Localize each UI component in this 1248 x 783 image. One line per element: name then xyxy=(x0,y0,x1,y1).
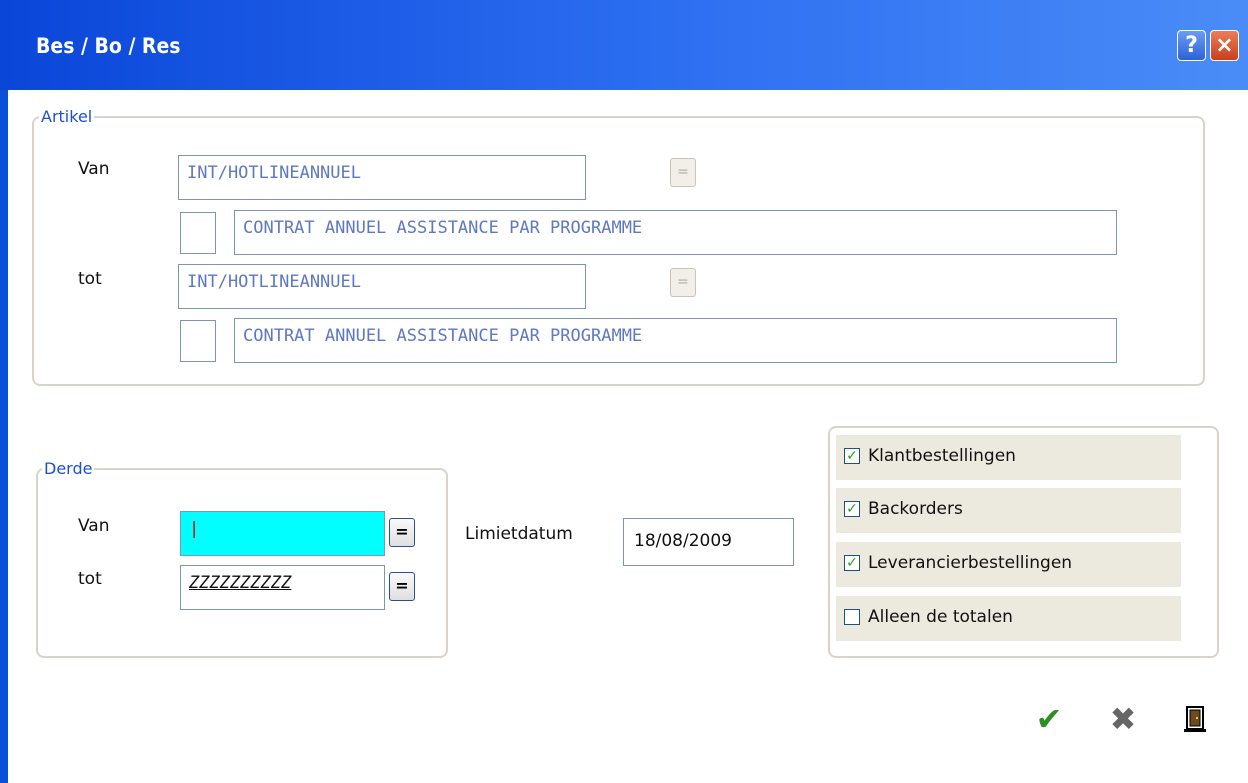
help-button[interactable]: ? xyxy=(1177,30,1206,61)
artikel-tot-description-input[interactable]: CONTRAT ANNUEL ASSISTANCE PAR PROGRAMME xyxy=(234,318,1117,363)
option-klantbestellingen[interactable]: ✓ Klantbestellingen xyxy=(836,435,1181,480)
derde-tot-label: tot xyxy=(78,569,102,589)
artikel-van-lookup-button[interactable]: = xyxy=(670,158,696,187)
option-backorders[interactable]: ✓ Backorders xyxy=(836,488,1181,533)
label-klantbestellingen: Klantbestellingen xyxy=(868,446,1016,466)
checkmark-icon[interactable]: ✔ xyxy=(1032,702,1066,736)
checkbox-backorders[interactable]: ✓ xyxy=(844,501,860,517)
artikel-tot-lookup-button[interactable]: = xyxy=(670,268,696,297)
derde-tot-input[interactable]: ZZZZZZZZZZ xyxy=(180,565,385,610)
checkbox-alleen-de-totalen[interactable] xyxy=(844,609,860,625)
dialog-window: Bes / Bo / Res ? × Artikel Van INT/HOTLI… xyxy=(0,0,1248,783)
option-alleen-de-totalen[interactable]: Alleen de totalen xyxy=(836,596,1181,641)
artikel-van-description-input[interactable]: CONTRAT ANNUEL ASSISTANCE PAR PROGRAMME xyxy=(234,210,1117,255)
window-title: Bes / Bo / Res xyxy=(36,34,181,58)
artikel-van-label: Van xyxy=(78,159,110,179)
label-alleen-de-totalen: Alleen de totalen xyxy=(868,607,1013,627)
window-border-left xyxy=(0,90,8,783)
artikel-legend: Artikel xyxy=(39,107,95,127)
derde-van-input[interactable]: | xyxy=(180,511,385,556)
close-button[interactable]: × xyxy=(1210,30,1239,61)
door-icon[interactable] xyxy=(1178,702,1212,736)
artikel-van-code-input[interactable]: INT/HOTLINEANNUEL xyxy=(178,155,586,200)
option-leverancierbestellingen[interactable]: ✓ Leverancierbestellingen xyxy=(836,542,1181,587)
derde-group: Derde xyxy=(36,459,448,658)
label-leverancierbestellingen: Leverancierbestellingen xyxy=(868,553,1073,573)
dialog-content: Artikel Van INT/HOTLINEANNUEL = CONTRAT … xyxy=(8,90,1248,783)
artikel-tot-code-input[interactable]: INT/HOTLINEANNUEL xyxy=(178,264,586,309)
artikel-van-small-box[interactable] xyxy=(180,212,216,254)
derde-legend: Derde xyxy=(42,459,95,479)
derde-van-label: Van xyxy=(78,516,110,536)
checkbox-leverancierbestellingen[interactable]: ✓ xyxy=(844,555,860,571)
checkbox-klantbestellingen[interactable]: ✓ xyxy=(844,448,860,464)
artikel-tot-small-box[interactable] xyxy=(180,320,216,362)
label-backorders: Backorders xyxy=(868,499,963,519)
artikel-tot-label: tot xyxy=(78,269,102,289)
title-bar: Bes / Bo / Res ? × xyxy=(0,0,1248,90)
limit-date-label: Limietdatum xyxy=(465,524,573,544)
limit-date-input[interactable]: 18/08/2009 xyxy=(623,518,794,566)
derde-tot-lookup-button[interactable]: = xyxy=(389,572,415,601)
cancel-icon[interactable]: ✖ xyxy=(1106,702,1140,736)
derde-van-lookup-button[interactable]: = xyxy=(389,518,415,547)
